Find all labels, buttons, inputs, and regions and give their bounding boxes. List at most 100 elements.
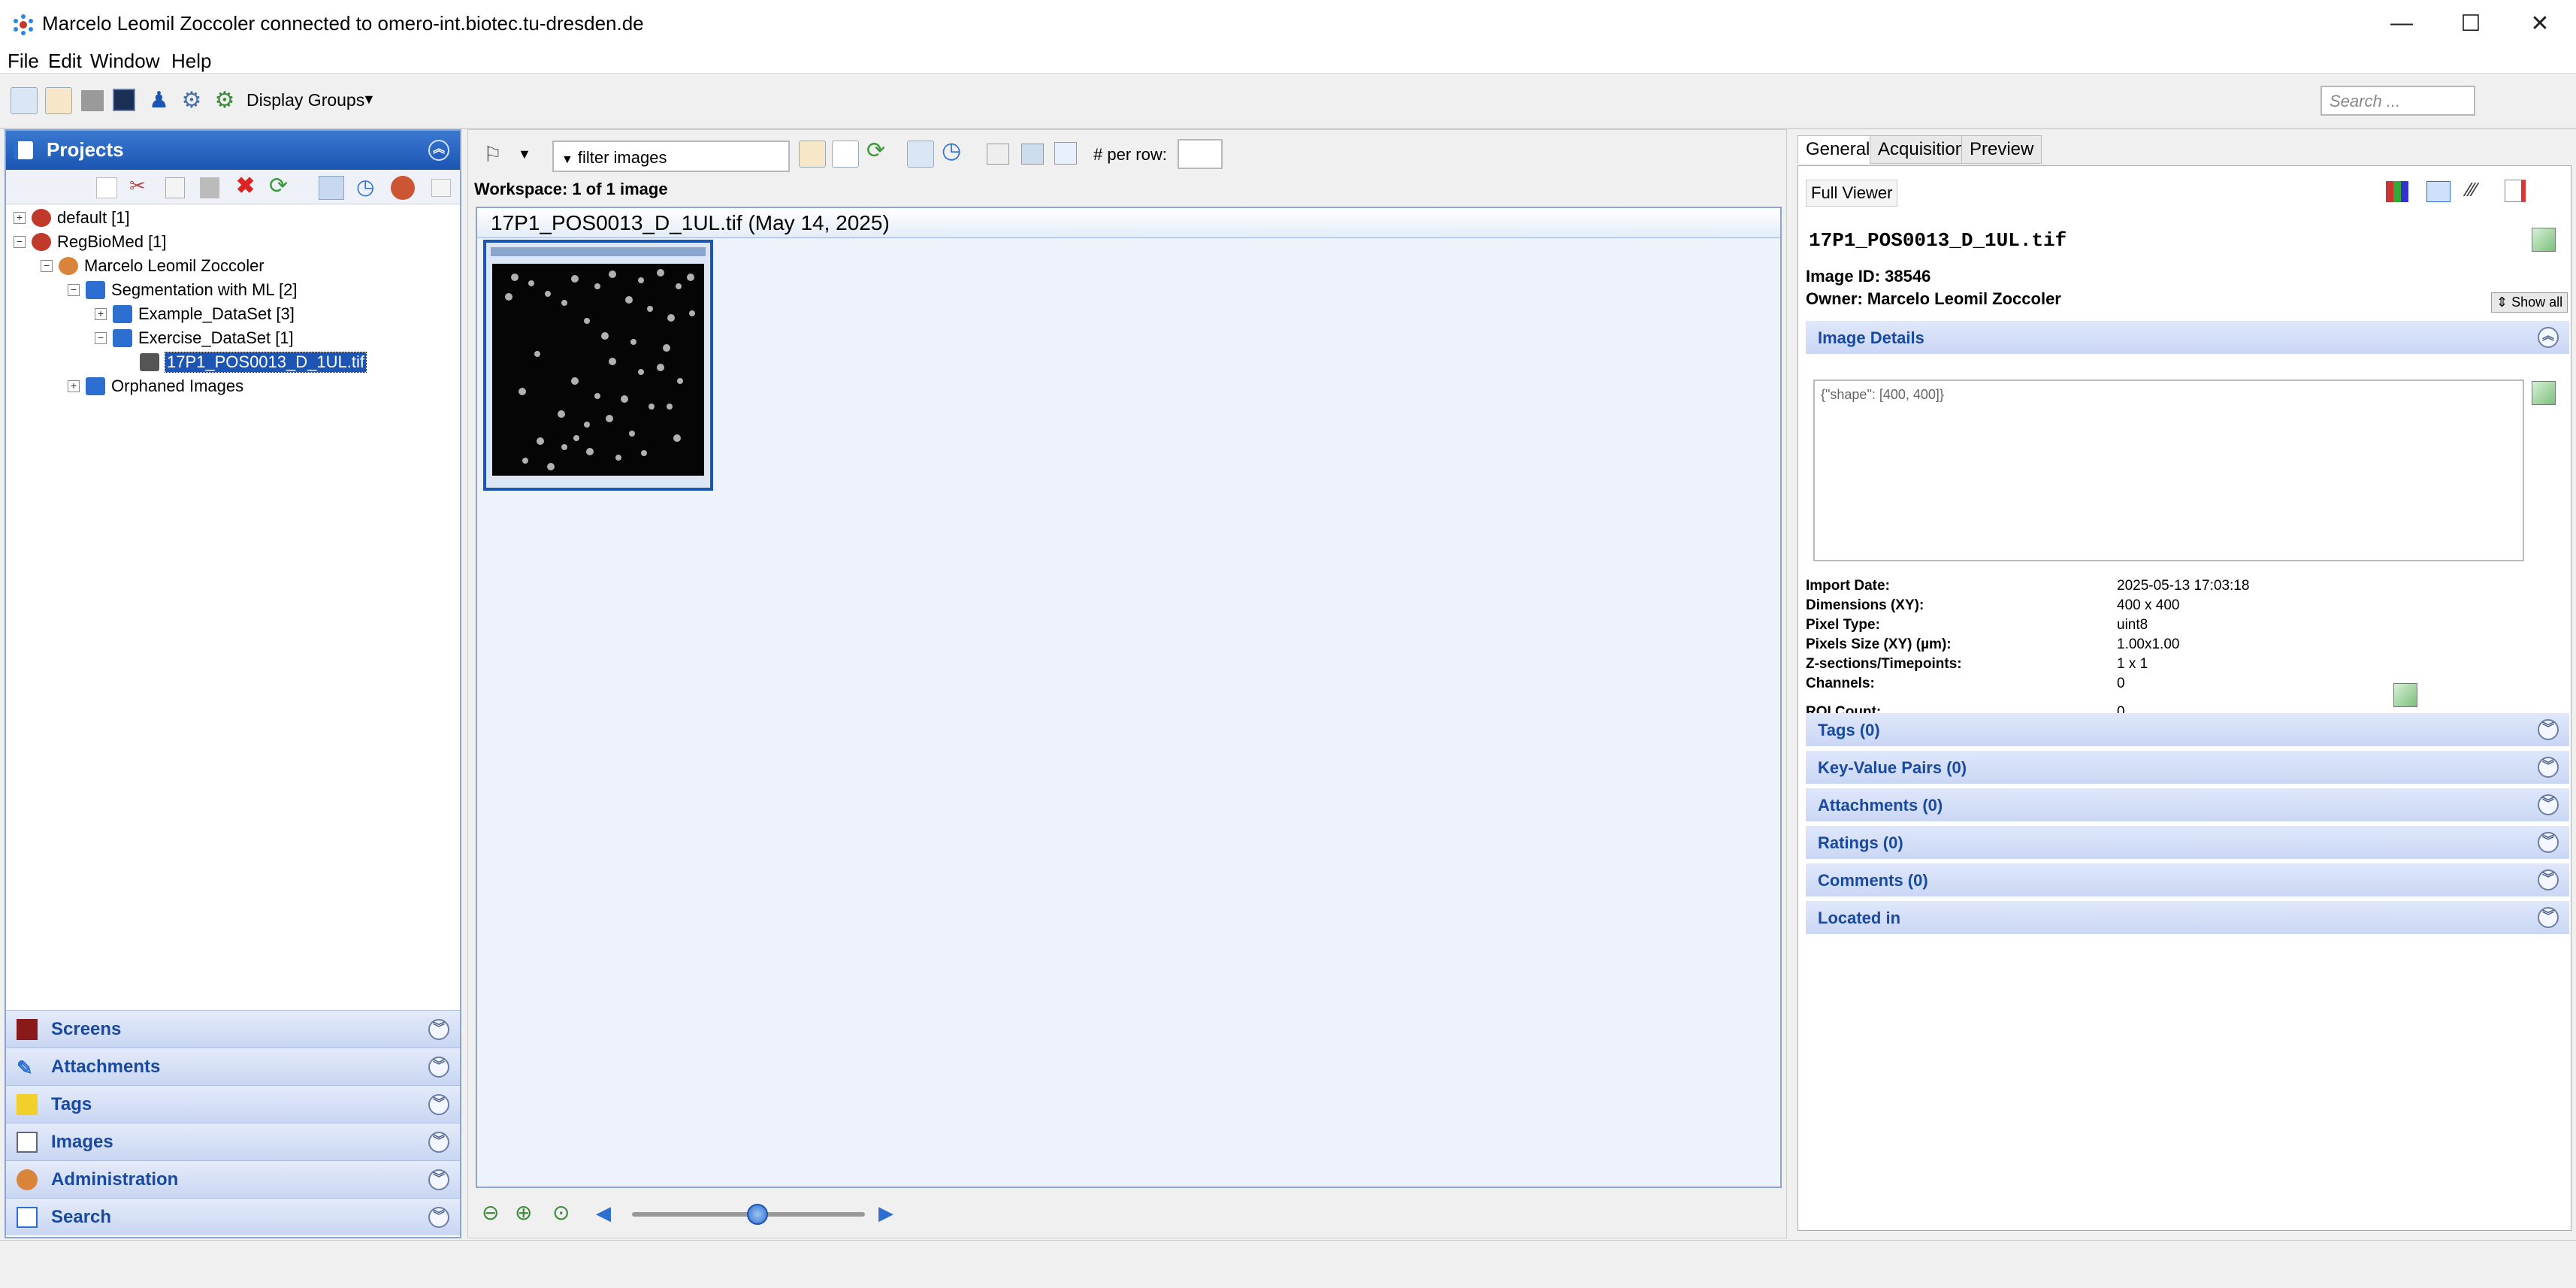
- sort-az-icon[interactable]: [907, 141, 934, 168]
- expand-icon[interactable]: +: [14, 212, 26, 224]
- images-section[interactable]: Images ︾: [6, 1123, 460, 1160]
- expand-icon[interactable]: ︾: [428, 1132, 449, 1153]
- projects-header[interactable]: Projects ︽: [6, 131, 460, 170]
- annotation-view-icon[interactable]: [45, 87, 72, 114]
- tags-section[interactable]: Tags (0) ︾: [1806, 713, 2569, 746]
- per-row-input[interactable]: [1178, 139, 1223, 169]
- tree-item[interactable]: + Example_DataSet [3]: [14, 302, 449, 326]
- sort-date-icon[interactable]: ◷: [356, 174, 374, 199]
- zoom-slider[interactable]: [632, 1204, 865, 1225]
- tab-general[interactable]: General: [1797, 135, 1879, 164]
- menu-edit[interactable]: Edit: [48, 50, 82, 73]
- show-all-dropdown[interactable]: ⇕ Show all: [2491, 292, 2568, 313]
- new-item-icon[interactable]: [96, 177, 117, 198]
- chevron-down-icon[interactable]: ▼: [518, 147, 531, 162]
- tree-item[interactable]: 17P1_POS0013_D_1UL.tif: [14, 350, 449, 374]
- tags-section[interactable]: Tags ︾: [6, 1085, 460, 1123]
- tree-item[interactable]: − RegBioMed [1]: [14, 230, 449, 254]
- expand-icon[interactable]: ︾: [2538, 907, 2559, 928]
- expand-icon[interactable]: ︾: [428, 1169, 449, 1190]
- slider-left-arrow-icon[interactable]: ◀: [596, 1202, 611, 1225]
- filter-funnel-icon[interactable]: ⚐: [483, 142, 502, 167]
- image-details-header[interactable]: Image Details ︽: [1806, 321, 2569, 354]
- collapse-icon[interactable]: ︽: [2538, 327, 2559, 348]
- open-with-icon[interactable]: [2426, 181, 2451, 202]
- channels-icon[interactable]: [2386, 181, 2408, 202]
- collapse-icon[interactable]: ︽: [428, 140, 449, 161]
- delete-icon[interactable]: ✖: [236, 173, 255, 199]
- tab-preview[interactable]: Preview: [1961, 135, 2042, 164]
- sort-az-icon[interactable]: [319, 176, 344, 200]
- chevron-down-icon[interactable]: ▼: [362, 92, 376, 107]
- collapse-icon[interactable]: −: [95, 332, 107, 344]
- key-value-pairs-section[interactable]: Key-Value Pairs (0) ︾: [1806, 751, 2569, 784]
- collapse-all-icon[interactable]: [431, 179, 451, 197]
- tree-item[interactable]: − Exercise_DataSet [1]: [14, 326, 449, 350]
- tree-item[interactable]: + default [1]: [14, 206, 449, 230]
- collapse-icon[interactable]: −: [41, 260, 53, 272]
- screen-view-icon[interactable]: [81, 90, 104, 111]
- expand-icon[interactable]: ︾: [2538, 757, 2559, 778]
- cut-icon[interactable]: ✂: [129, 174, 146, 198]
- edit-name-icon[interactable]: [2532, 228, 2556, 252]
- description-field[interactable]: {"shape": [400, 400]}: [1813, 379, 2524, 561]
- refresh-icon[interactable]: ⟳: [866, 138, 885, 164]
- administration-section[interactable]: Administration ︾: [6, 1160, 460, 1198]
- chevron-down-icon[interactable]: ▼: [561, 153, 573, 166]
- zoom-fit-icon[interactable]: ⊙: [552, 1200, 570, 1225]
- edit-channels-icon[interactable]: [2393, 683, 2417, 707]
- screens-section[interactable]: Screens ︾: [6, 1010, 460, 1048]
- sort-date-icon[interactable]: ◷: [942, 138, 961, 164]
- expand-icon[interactable]: ︾: [428, 1207, 449, 1228]
- tree-item[interactable]: − Segmentation with ML [2]: [14, 278, 449, 302]
- tab-acquisition[interactable]: Acquisition: [1870, 135, 1974, 164]
- copy-icon[interactable]: [165, 177, 185, 198]
- collapse-icon[interactable]: −: [68, 284, 80, 296]
- maximize-button[interactable]: ☐: [2436, 0, 2505, 47]
- slider-right-arrow-icon[interactable]: ▶: [878, 1202, 893, 1225]
- expand-icon[interactable]: ︾: [2538, 832, 2559, 853]
- filter-images-field[interactable]: ▼ filter images: [552, 141, 790, 172]
- magnifier-view-icon[interactable]: [987, 144, 1009, 165]
- menu-file[interactable]: File: [8, 50, 39, 73]
- zoom-slider-knob[interactable]: [747, 1204, 769, 1225]
- monitor-icon[interactable]: [113, 89, 135, 111]
- layout-icon[interactable]: [1021, 144, 1044, 165]
- full-viewer-button[interactable]: Full Viewer: [1806, 180, 1898, 207]
- display-groups-dropdown[interactable]: Display Groups: [246, 90, 364, 110]
- expand-icon[interactable]: ︾: [2538, 794, 2559, 815]
- attachments-section[interactable]: Attachments (0) ︾: [1806, 788, 2569, 821]
- user-icon[interactable]: ♟: [149, 87, 169, 114]
- search-input[interactable]: Search ...: [2321, 86, 2475, 116]
- image-thumbnail[interactable]: [483, 240, 713, 491]
- located-in-section[interactable]: Located in ︾: [1806, 901, 2569, 934]
- zoom-out-icon[interactable]: ⊖: [482, 1200, 499, 1225]
- expand-icon[interactable]: ︾: [428, 1094, 449, 1115]
- edit-layout-icon[interactable]: [1054, 142, 1077, 165]
- comments-section[interactable]: Comments (0) ︾: [1806, 863, 2569, 896]
- expand-icon[interactable]: ︾: [428, 1057, 449, 1078]
- nuclei-image[interactable]: [492, 264, 704, 476]
- hierarchy-view-icon[interactable]: [11, 87, 38, 114]
- minimize-button[interactable]: —: [2367, 0, 2436, 47]
- ratings-section[interactable]: Ratings (0) ︾: [1806, 826, 2569, 859]
- plugins-gear-icon[interactable]: ⚙: [179, 87, 204, 113]
- expand-icon[interactable]: +: [95, 308, 107, 320]
- edit-description-icon[interactable]: [2532, 381, 2556, 405]
- attachments-section[interactable]: ✎ Attachments ︾: [6, 1048, 460, 1085]
- menu-window[interactable]: Window: [90, 50, 159, 73]
- expand-icon[interactable]: ︾: [2538, 869, 2559, 890]
- table-view-icon[interactable]: [832, 141, 859, 168]
- tree-item[interactable]: + Orphaned Images: [14, 374, 449, 398]
- tree-item[interactable]: − Marcelo Leomil Zoccoler: [14, 254, 449, 278]
- refresh-icon[interactable]: ⟳: [269, 173, 288, 199]
- zoom-in-icon[interactable]: ⊕: [515, 1200, 532, 1225]
- thumbnail-view-icon[interactable]: [799, 141, 826, 168]
- close-button[interactable]: ✕: [2505, 0, 2574, 47]
- expand-icon[interactable]: ︾: [2538, 719, 2559, 740]
- import-icon[interactable]: [391, 176, 415, 200]
- menu-help[interactable]: Help: [171, 50, 211, 73]
- expand-icon[interactable]: ︾: [428, 1019, 449, 1040]
- paste-icon[interactable]: [200, 177, 219, 198]
- download-icon[interactable]: [2505, 180, 2526, 202]
